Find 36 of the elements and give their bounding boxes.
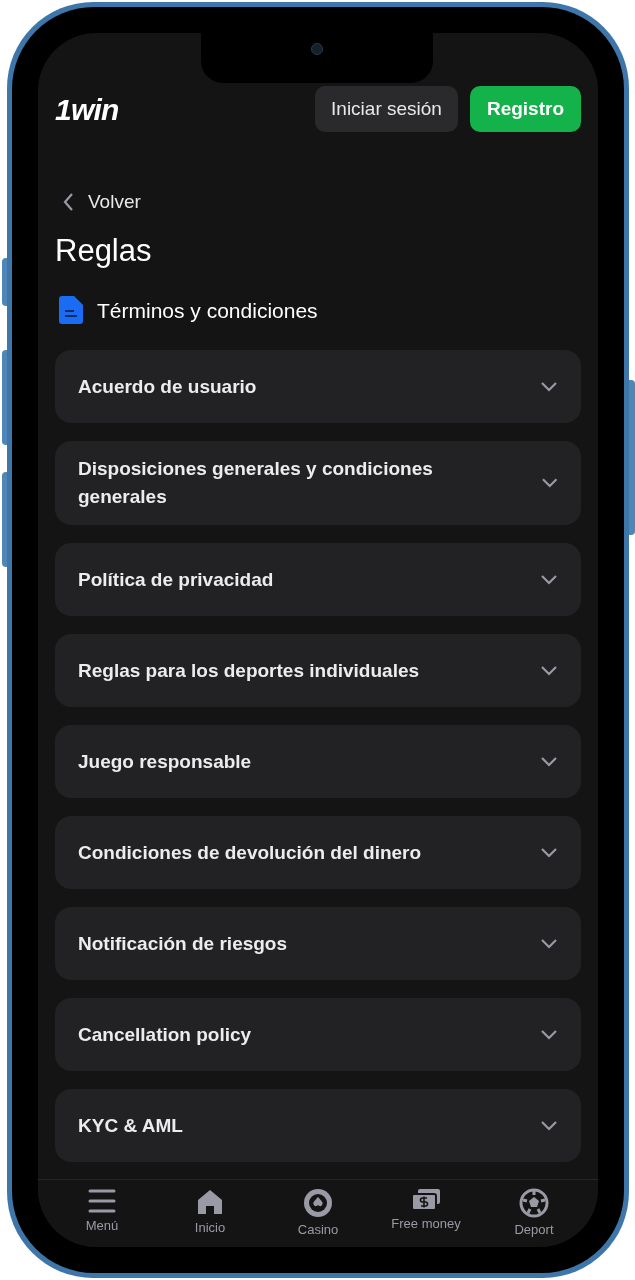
accordion-item[interactable]: Notificación de riesgos	[55, 907, 581, 980]
chevron-down-icon	[541, 756, 557, 767]
back-link[interactable]: Volver	[63, 188, 581, 217]
logo: 1win	[55, 91, 119, 128]
chevron-down-icon	[541, 574, 557, 585]
accordion-item[interactable]: Condiciones de devolución del dinero	[55, 816, 581, 889]
nav-item[interactable]: Free money	[372, 1180, 480, 1247]
chevron-down-icon	[541, 847, 557, 858]
chevron-down-icon	[541, 1120, 557, 1131]
nav-item[interactable]: Deport	[480, 1180, 588, 1247]
login-button[interactable]: Iniciar sesión	[315, 86, 458, 132]
nav-item[interactable]: Casino	[264, 1180, 372, 1247]
home-icon	[196, 1188, 224, 1216]
accordion-item[interactable]: Reglas para los deportes individuales	[55, 634, 581, 707]
camera-icon	[311, 43, 323, 55]
page-title: Reglas	[55, 231, 153, 270]
chevron-down-icon	[541, 1029, 557, 1040]
cash-icon	[411, 1188, 441, 1212]
section-title: Términos y condiciones	[97, 297, 318, 324]
menu-icon	[88, 1188, 116, 1214]
accordion-item[interactable]: Cancellation policy	[55, 998, 581, 1071]
accordion-item[interactable]: Acuerdo de usuario	[55, 350, 581, 423]
accordion-item[interactable]: Política de privacidad	[55, 543, 581, 616]
soccer-ball-icon	[519, 1188, 549, 1218]
accordion-item[interactable]: KYC & AML	[55, 1089, 581, 1162]
chevron-down-icon	[541, 478, 557, 488]
chevron-down-icon	[541, 381, 557, 392]
document-icon	[59, 296, 83, 325]
chevron-down-icon	[541, 938, 557, 949]
casino-chip-icon	[303, 1188, 333, 1218]
nav-item[interactable]: Menú	[48, 1180, 156, 1247]
accordion-item[interactable]: Juego responsable	[55, 725, 581, 798]
accordion-item[interactable]: Disposiciones generales y condiciones generales	[55, 441, 581, 525]
nav-item[interactable]: Inicio	[156, 1180, 264, 1247]
chevron-down-icon	[541, 665, 557, 676]
chevron-left-icon	[63, 193, 74, 212]
